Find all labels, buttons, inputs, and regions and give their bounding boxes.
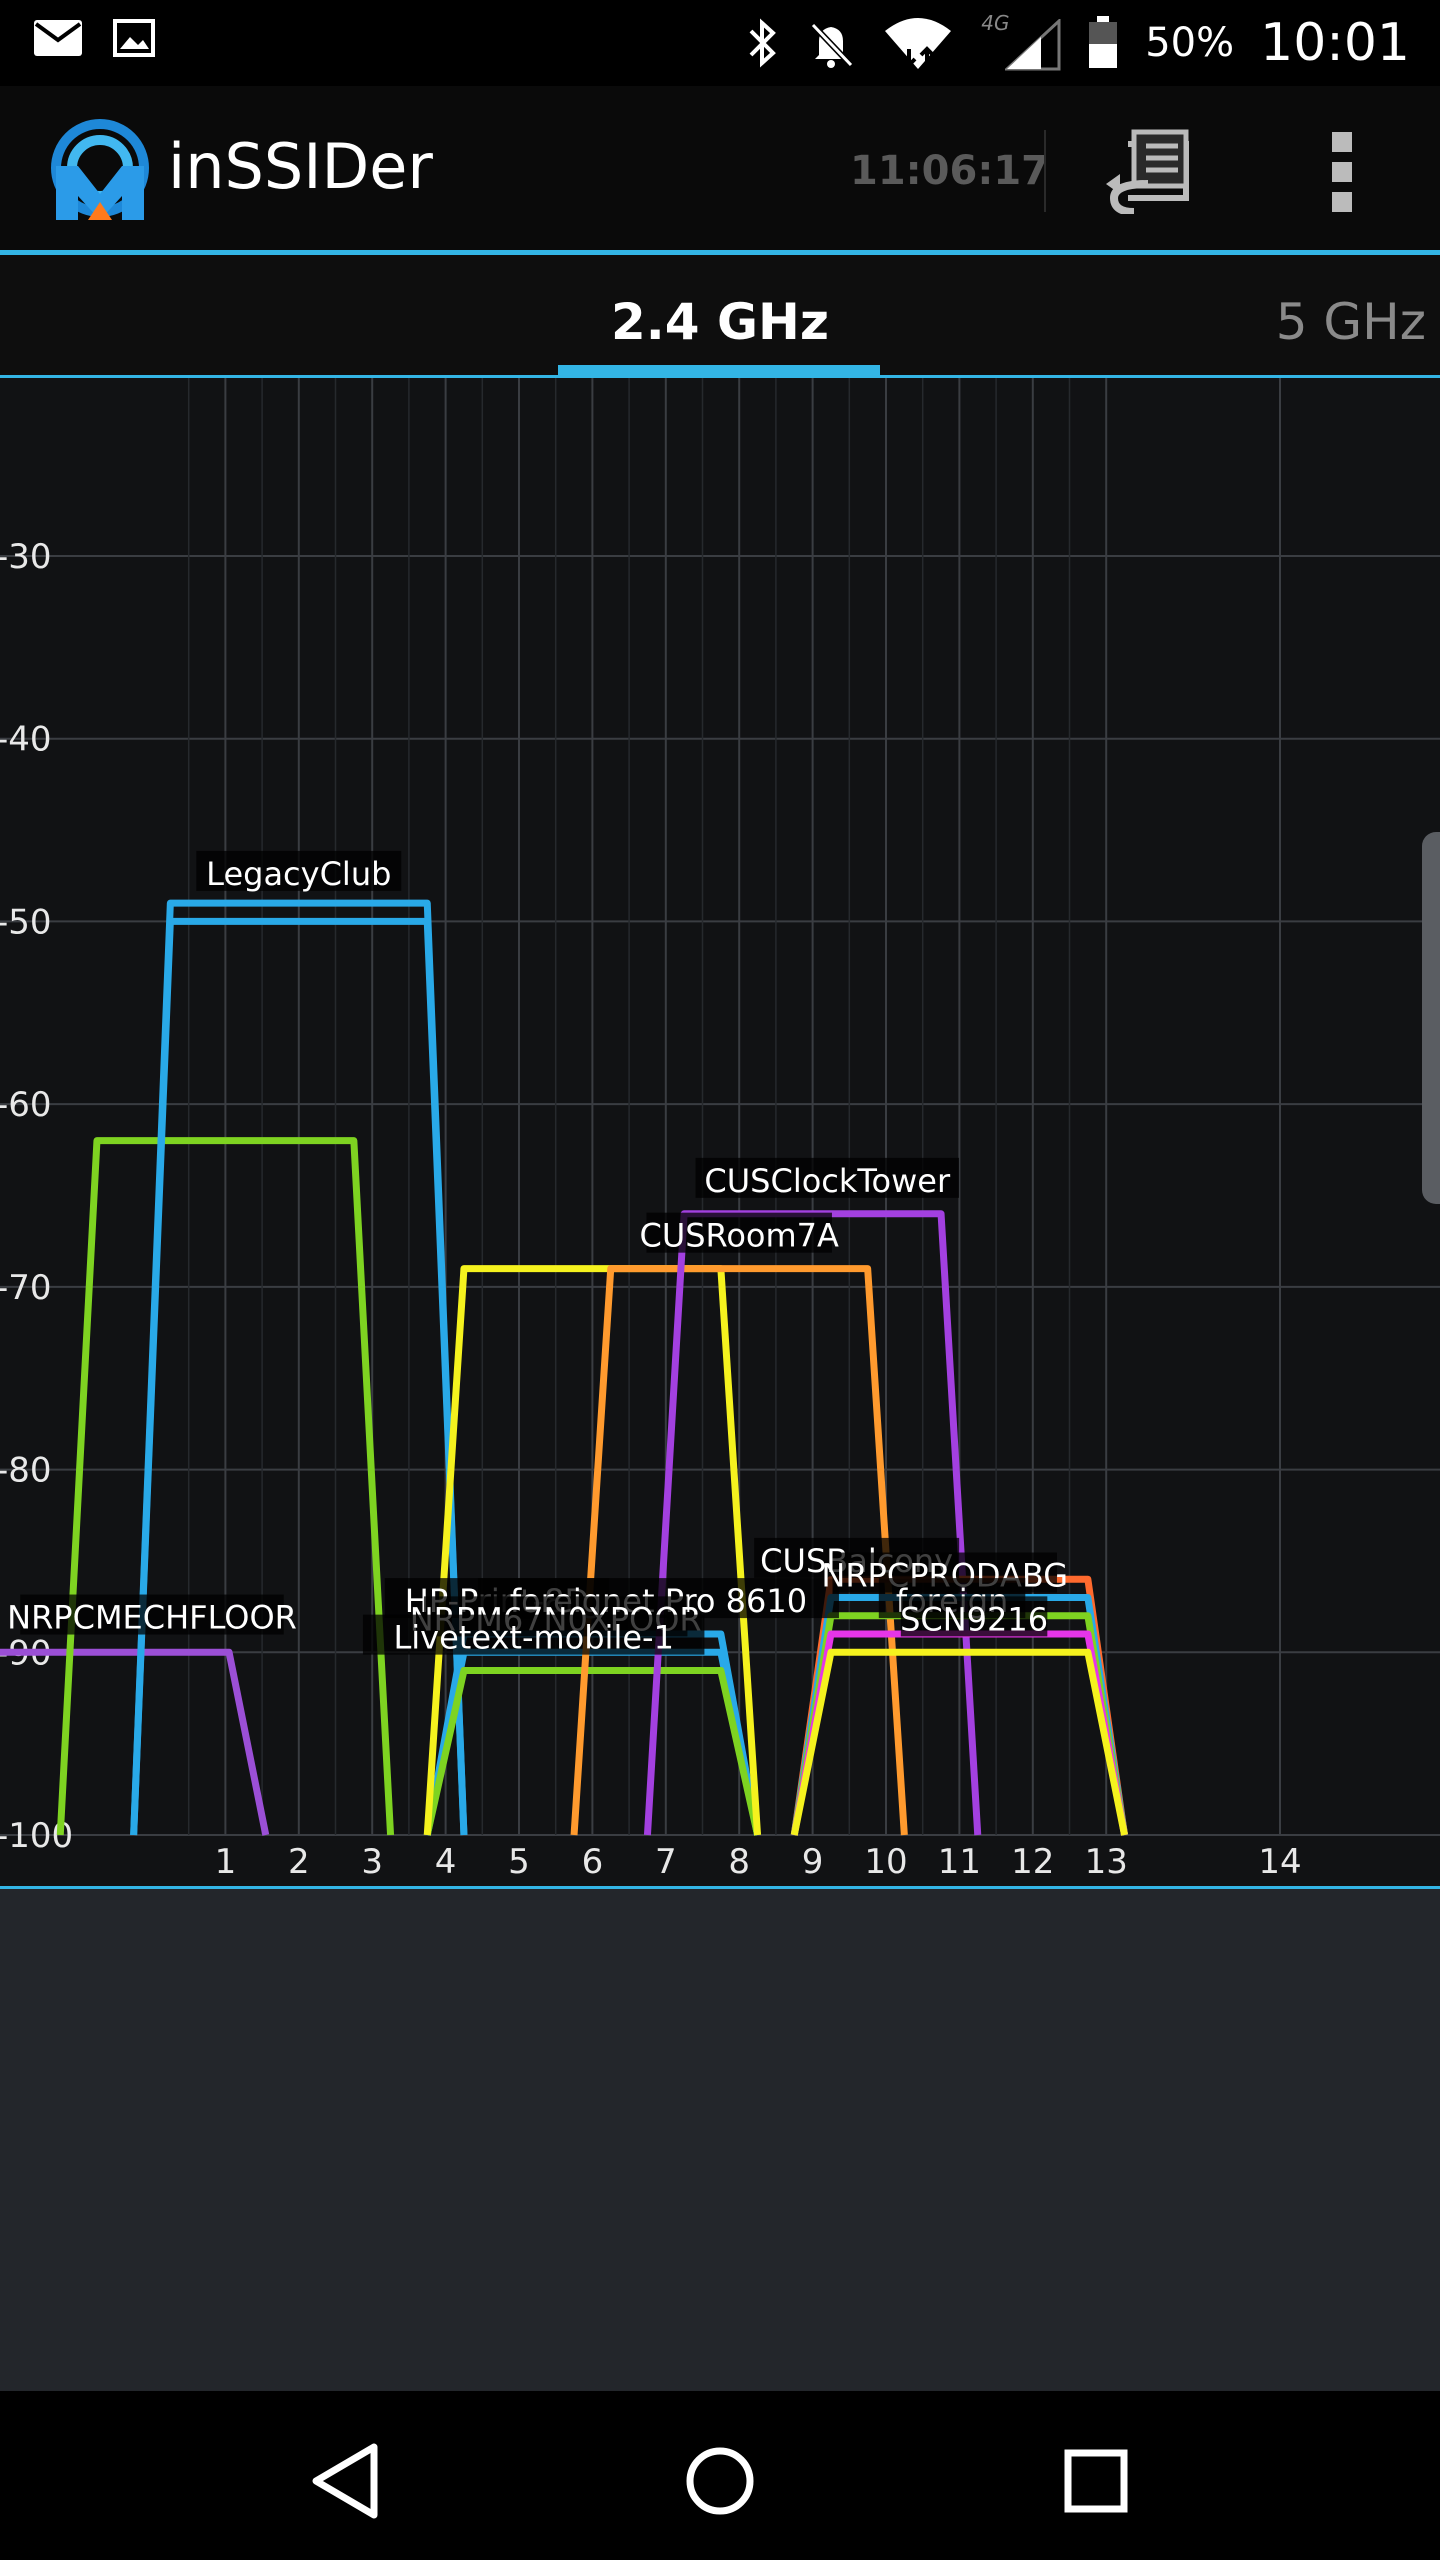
x-tick-label: 4 bbox=[435, 1842, 457, 1882]
recents-icon[interactable] bbox=[1046, 2431, 1146, 2531]
x-tick-label: 1 bbox=[215, 1842, 237, 1882]
navigation-bar bbox=[0, 2391, 1440, 2560]
y-tick-label: -50 bbox=[0, 902, 52, 942]
tab-2-4-ghz[interactable]: 2.4 GHz bbox=[560, 293, 880, 351]
channel-chart[interactable]: -30 -40 -50 -60 -70 -80 -90 -100 1 2 3 4 5 6 7 8 9 10 11 12… bbox=[0, 378, 1440, 1886]
status-time: 10:01 bbox=[1260, 13, 1410, 73]
mail-icon bbox=[34, 20, 82, 56]
battery-percentage: 50% bbox=[1145, 20, 1235, 66]
y-tick-label: -60 bbox=[0, 1085, 52, 1125]
y-tick-label: -70 bbox=[0, 1268, 52, 1308]
x-tick-label: 3 bbox=[361, 1842, 383, 1882]
y-tick-label: -80 bbox=[0, 1451, 52, 1491]
y-tick-label: -40 bbox=[0, 720, 52, 760]
tab-5-ghz[interactable]: 5 GHz bbox=[1276, 293, 1426, 351]
status-bar: 4G 50% 10:01 bbox=[0, 0, 1440, 86]
network-label: Livetext-mobile-1 bbox=[393, 1619, 673, 1657]
x-tick-label: 14 bbox=[1258, 1842, 1301, 1882]
x-tick-label: 6 bbox=[582, 1842, 604, 1882]
network-label: SCN9216 bbox=[900, 1600, 1048, 1638]
bluetooth-icon bbox=[749, 18, 777, 68]
inssider-logo-icon bbox=[51, 119, 149, 220]
network-label: CUSClockTower bbox=[704, 1162, 951, 1200]
mute-icon bbox=[811, 22, 854, 68]
x-tick-label: 12 bbox=[1011, 1842, 1054, 1882]
network-label: NRPCMECHFLOOR bbox=[7, 1599, 297, 1637]
app-bar: inSSIDer 11:06:17 bbox=[0, 86, 1440, 250]
x-tick-label: 9 bbox=[802, 1842, 824, 1882]
x-tick-label: 2 bbox=[288, 1842, 310, 1882]
app-title: inSSIDer bbox=[168, 130, 433, 203]
gallery-icon bbox=[113, 19, 155, 57]
home-icon[interactable] bbox=[670, 2431, 770, 2531]
details-panel bbox=[0, 1889, 1440, 2391]
network-label: CUSRoom7A bbox=[639, 1217, 839, 1255]
signal-icon bbox=[1005, 19, 1061, 71]
channel-graph: -30-40-50-60-70-80-90-1001 2 3 4 5 6 7 8 9 10 11 12… bbox=[0, 378, 1440, 1882]
battery-icon bbox=[1089, 16, 1118, 68]
export-icon[interactable] bbox=[1100, 124, 1200, 214]
band-tabs: 2.4 GHz 5 GHz bbox=[0, 255, 1440, 375]
x-tick-label: 10 bbox=[864, 1842, 907, 1882]
x-tick-label: 5 bbox=[508, 1842, 530, 1882]
x-tick-label: 7 bbox=[655, 1842, 677, 1882]
x-tick-label: 13 bbox=[1085, 1842, 1128, 1882]
network-label: LegacyClub bbox=[206, 855, 391, 893]
selected-tab-indicator bbox=[558, 365, 880, 375]
x-tick-label: 8 bbox=[728, 1842, 750, 1882]
x-tick-label: 11 bbox=[938, 1842, 981, 1882]
scan-clock: 11:06:17 bbox=[850, 148, 1049, 194]
back-icon[interactable] bbox=[298, 2431, 398, 2531]
y-tick-label: -30 bbox=[0, 537, 52, 577]
action-divider bbox=[1044, 130, 1046, 212]
wifi-icon bbox=[885, 18, 952, 69]
side-drawer-handle[interactable] bbox=[1422, 832, 1440, 1204]
overflow-menu-icon[interactable] bbox=[1320, 130, 1364, 214]
